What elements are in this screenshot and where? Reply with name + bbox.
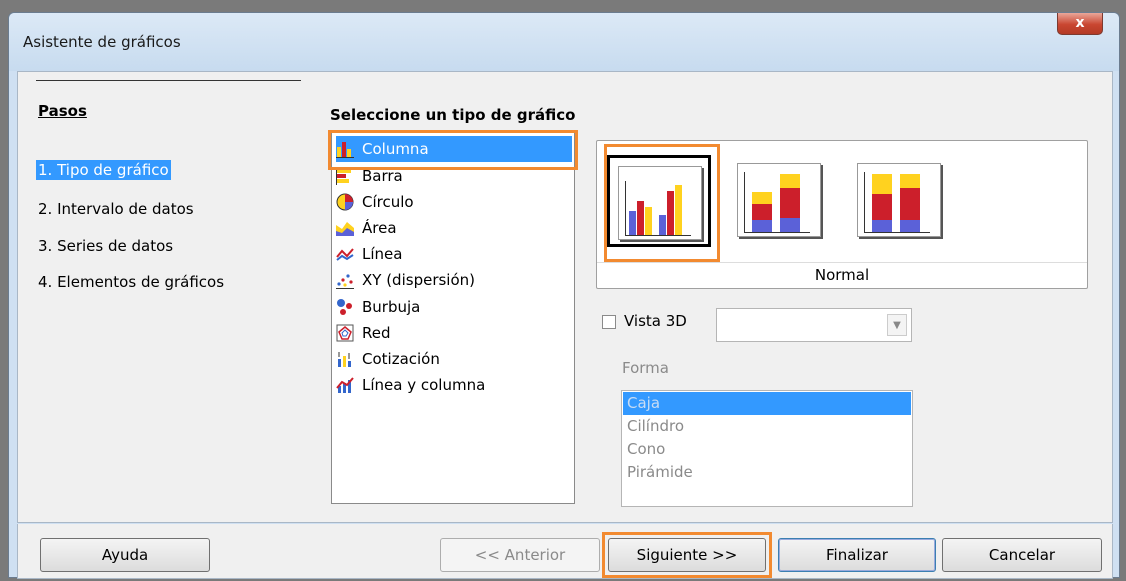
chevron-down-icon[interactable]: ▼ [887, 314, 907, 336]
chart-type-bubble[interactable]: Burbuja [336, 294, 572, 320]
shape-option[interactable]: Cilíndro [623, 415, 911, 438]
shape-list[interactable]: Caja Cilíndro Cono Pirámide [621, 390, 913, 507]
chart-type-line[interactable]: Línea [336, 241, 572, 267]
chart-type-label: XY (dispersión) [362, 271, 475, 289]
close-icon[interactable]: x [1057, 13, 1103, 35]
variant-percent-stacked-thumbnail [857, 163, 941, 237]
chart-type-label: Burbuja [362, 298, 421, 316]
scatter-chart-icon [336, 271, 354, 289]
variant-highlight-frame [604, 144, 720, 262]
chart-type-net[interactable]: Red [336, 320, 572, 346]
step-data-series[interactable]: 3. Series de datos [38, 237, 173, 255]
view-3d-checkbox[interactable] [602, 315, 616, 329]
chart-type-label: Cotización [362, 350, 440, 368]
wizard-body: Pasos 1. Tipo de gráfico 2. Intervalo de… [17, 71, 1113, 523]
steps-title: Pasos [38, 102, 87, 120]
chart-type-area[interactable]: Área [336, 215, 572, 241]
chart-type-label: Línea y columna [362, 376, 486, 394]
line-column-chart-icon [336, 376, 354, 394]
finish-button[interactable]: Finalizar [778, 538, 936, 572]
step-chart-elements[interactable]: 4. Elementos de gráficos [38, 273, 224, 291]
chart-type-line-column[interactable]: Línea y columna [336, 372, 572, 398]
view-3d-label: Vista 3D [624, 312, 687, 330]
chart-type-list[interactable]: Columna Barra Círculo Área Línea XY (dis… [331, 132, 575, 504]
chart-type-pie[interactable]: Círculo [336, 189, 572, 215]
title-bar: Asistente de gráficos x [9, 13, 1119, 71]
chart-type-label: Línea [362, 245, 403, 263]
stock-chart-icon [336, 350, 354, 368]
variant-stacked-thumbnail [737, 163, 821, 237]
area-chart-icon [336, 219, 354, 237]
net-chart-icon [336, 324, 354, 342]
chart-type-label: Círculo [362, 193, 414, 211]
chart-type-xy[interactable]: XY (dispersión) [336, 267, 572, 293]
step-data-range[interactable]: 2. Intervalo de datos [38, 200, 194, 218]
bubble-chart-icon [336, 298, 354, 316]
back-button[interactable]: << Anterior [440, 538, 600, 572]
pie-chart-icon [336, 193, 354, 211]
variant-stacked[interactable] [729, 155, 833, 247]
chart-type-label: Área [362, 219, 397, 237]
help-button[interactable]: Ayuda [40, 538, 210, 572]
chart-type-stock[interactable]: Cotización [336, 346, 572, 372]
next-highlight-frame [602, 532, 772, 578]
wizard-footer: Ayuda << Anterior Siguiente >> Finalizar… [17, 524, 1113, 579]
step-chart-type[interactable]: 1. Tipo de gráfico [36, 160, 171, 180]
chart-type-heading: Seleccione un tipo de gráfico [330, 106, 576, 124]
line-chart-icon [336, 245, 354, 263]
shape-option[interactable]: Cono [623, 438, 911, 461]
shape-label: Forma [622, 359, 669, 377]
chart-type-label: Red [362, 324, 391, 342]
variant-percent-stacked[interactable] [849, 155, 953, 247]
window-title: Asistente de gráficos [23, 33, 181, 51]
chart-wizard-dialog: Asistente de gráficos x Pasos 1. Tipo de… [8, 12, 1120, 579]
view-3d-style-select[interactable]: ▼ [716, 308, 912, 342]
shape-option[interactable]: Pirámide [623, 461, 911, 484]
shape-option[interactable]: Caja [623, 392, 911, 415]
steps-divider [36, 80, 301, 81]
variant-label: Normal [597, 262, 1087, 284]
type-highlight-frame [328, 130, 578, 170]
cancel-button[interactable]: Cancelar [942, 538, 1102, 572]
